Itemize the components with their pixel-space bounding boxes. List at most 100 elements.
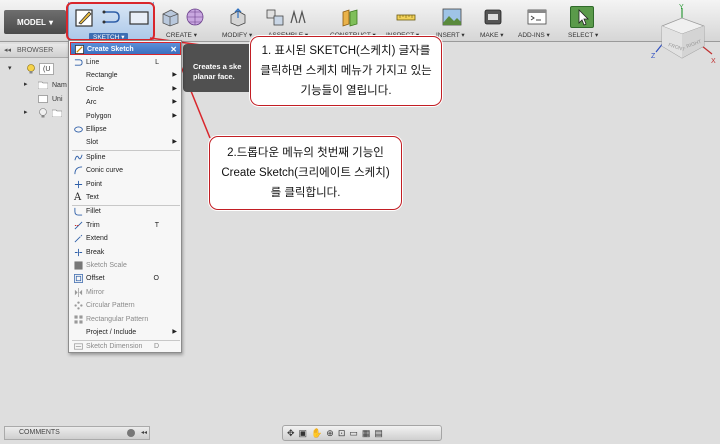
browser-header[interactable]: ◂◂ BROWSER bbox=[0, 44, 68, 58]
collapse-icon[interactable]: ◂◂ bbox=[4, 47, 11, 54]
zoom-icon[interactable]: ⊕ bbox=[326, 428, 334, 439]
create-sketch-icon bbox=[75, 45, 84, 54]
break-icon bbox=[74, 248, 83, 256]
form-icon[interactable] bbox=[185, 7, 205, 27]
add-ins-menu-label[interactable]: ADD-INS ▾ bbox=[518, 31, 550, 39]
menu-item-polygon[interactable]: Polygon ▶ bbox=[70, 110, 181, 123]
menu-item-point[interactable]: Point bbox=[70, 178, 181, 191]
rectangular-pattern-icon bbox=[74, 315, 83, 324]
menu-item-extend[interactable]: Extend bbox=[70, 232, 181, 245]
navigation-bar: ✥ ▣ ✋ ⊕ ⊡ ▭ ▦ ▤ bbox=[282, 425, 442, 441]
lightbulb-icon[interactable] bbox=[26, 64, 36, 74]
axis-z-label: Z bbox=[651, 53, 656, 60]
add-comment-icon[interactable] bbox=[127, 429, 135, 437]
menu-item-circular-pattern[interactable]: Circular Pattern bbox=[70, 299, 181, 312]
submenu-arrow-icon: ▶ bbox=[172, 99, 177, 106]
close-icon[interactable]: ✕ bbox=[170, 43, 177, 56]
workspace-switcher[interactable]: MODEL ▾ bbox=[4, 10, 66, 34]
folder-icon bbox=[38, 81, 48, 89]
zoom-window-icon[interactable]: ⊡ bbox=[338, 428, 346, 439]
chevron-down-icon: ▾ bbox=[461, 32, 465, 39]
press-pull-icon[interactable] bbox=[228, 7, 248, 27]
menu-item-text[interactable]: A Text bbox=[70, 191, 181, 204]
display-settings-icon[interactable]: ▭ bbox=[349, 428, 358, 439]
menu-item-rectangular-pattern[interactable]: Rectangular Pattern bbox=[70, 313, 181, 326]
menu-item-label: Break bbox=[86, 248, 105, 256]
root-component-label: (U bbox=[39, 63, 55, 75]
joint-icon[interactable] bbox=[288, 7, 308, 27]
select-button[interactable] bbox=[570, 6, 594, 28]
new-component-icon[interactable] bbox=[265, 7, 285, 27]
browser-title: BROWSER bbox=[16, 47, 54, 54]
comments-panel[interactable]: COMMENTS ◂◂ bbox=[4, 426, 150, 440]
browser-root-row[interactable]: ▾ (U bbox=[6, 63, 68, 77]
axis-x-label: X bbox=[711, 58, 716, 65]
look-at-icon[interactable]: ▣ bbox=[299, 428, 308, 439]
orbit-icon[interactable]: ✥ bbox=[287, 428, 295, 439]
menu-item-label: Rectangle bbox=[86, 72, 118, 80]
measure-icon[interactable] bbox=[396, 7, 416, 27]
lightbulb-icon[interactable] bbox=[38, 108, 48, 118]
scripts-icon[interactable] bbox=[527, 7, 547, 27]
menu-item-sketch-dimension[interactable]: Sketch Dimension D bbox=[70, 340, 181, 353]
menu-item-label: Circular Pattern bbox=[86, 302, 135, 310]
grid-settings-icon[interactable]: ▦ bbox=[362, 428, 371, 439]
select-menu-label[interactable]: SELECT ▾ bbox=[568, 31, 598, 39]
expand-icon[interactable]: ▾ bbox=[8, 64, 12, 72]
offset-plane-icon[interactable] bbox=[340, 7, 360, 27]
browser-row-label: Uni bbox=[52, 96, 63, 103]
browser-row-named-views[interactable]: ▸ Nam bbox=[22, 79, 68, 93]
menu-item-label: Rectangular Pattern bbox=[86, 315, 149, 323]
menu-item-project-include[interactable]: Project / Include ▶ bbox=[70, 326, 181, 339]
insert-image-icon[interactable] bbox=[442, 7, 462, 27]
menu-item-arc[interactable]: Arc ▶ bbox=[70, 96, 181, 109]
browser-row-origin[interactable]: ▸ bbox=[22, 107, 68, 121]
menu-item-spline[interactable]: Spline bbox=[70, 151, 181, 164]
make-menu-label[interactable]: MAKE ▾ bbox=[480, 31, 504, 39]
chevron-down-icon: ▾ bbox=[500, 32, 504, 39]
menu-item-rectangle[interactable]: Rectangle ▶ bbox=[70, 69, 181, 82]
expand-icon[interactable]: ▸ bbox=[24, 80, 28, 88]
pan-icon[interactable]: ✋ bbox=[311, 428, 322, 439]
menu-item-mirror[interactable]: Mirror bbox=[70, 286, 181, 299]
viewports-icon[interactable]: ▤ bbox=[374, 428, 383, 439]
menu-item-label: Create Sketch bbox=[87, 46, 134, 53]
modify-menu-label[interactable]: MODIFY ▾ bbox=[222, 31, 252, 39]
menu-item-circle[interactable]: Circle ▶ bbox=[70, 83, 181, 96]
extend-icon bbox=[74, 234, 83, 243]
menu-item-line[interactable]: Line L bbox=[70, 56, 181, 69]
menu-item-slot[interactable]: Slot ▶ bbox=[70, 136, 181, 149]
menu-item-offset[interactable]: Offset O bbox=[70, 272, 181, 285]
line-icon bbox=[74, 59, 83, 66]
view-cube-icon[interactable]: FRONT RIGHT Y Z X bbox=[648, 2, 718, 66]
sketch-dropdown-menu: Create Sketch ✕ Line L Rectangle ▶ Circl… bbox=[68, 40, 182, 353]
view-cube[interactable]: FRONT RIGHT Y Z X bbox=[648, 2, 718, 66]
menu-item-sketch-scale[interactable]: Sketch Scale bbox=[70, 259, 181, 272]
trim-icon bbox=[74, 221, 83, 230]
browser-row-units[interactable]: Uni bbox=[22, 93, 68, 107]
menu-item-label: Ellipse bbox=[86, 126, 107, 133]
menu-item-label: Fillet bbox=[86, 208, 101, 216]
menu-item-ellipse[interactable]: Ellipse bbox=[70, 123, 181, 136]
callout-line: 2.드롭다운 메뉴의 첫번째 기능인 bbox=[227, 147, 384, 159]
insert-menu-label[interactable]: INSERT ▾ bbox=[436, 31, 465, 39]
collapse-icon[interactable]: ◂◂ bbox=[141, 427, 147, 439]
chevron-down-icon: ▾ bbox=[594, 32, 599, 39]
sketch-scale-icon bbox=[74, 261, 83, 270]
3d-print-icon[interactable] bbox=[483, 7, 503, 27]
submenu-arrow-icon: ▶ bbox=[172, 72, 177, 79]
expand-icon[interactable]: ▸ bbox=[24, 108, 28, 116]
menu-item-label: Polygon bbox=[86, 112, 112, 120]
browser-row-label: Nam bbox=[52, 82, 67, 89]
callout-line: Create Sketch(크리에이트 스케치) bbox=[221, 167, 390, 179]
extrude-icon[interactable] bbox=[160, 7, 180, 27]
menu-item-fillet[interactable]: Fillet bbox=[70, 205, 181, 218]
menu-item-break[interactable]: Break bbox=[70, 246, 181, 259]
circular-pattern-icon bbox=[74, 301, 83, 310]
point-icon bbox=[74, 180, 83, 188]
menu-item-trim[interactable]: Trim T bbox=[70, 219, 181, 232]
menu-item-conic-curve[interactable]: Conic curve bbox=[70, 164, 181, 177]
menu-item-create-sketch[interactable]: Create Sketch ✕ bbox=[70, 42, 181, 56]
create-menu-label[interactable]: CREATE ▾ bbox=[166, 31, 197, 39]
menu-item-label: Sketch Scale bbox=[86, 262, 127, 269]
